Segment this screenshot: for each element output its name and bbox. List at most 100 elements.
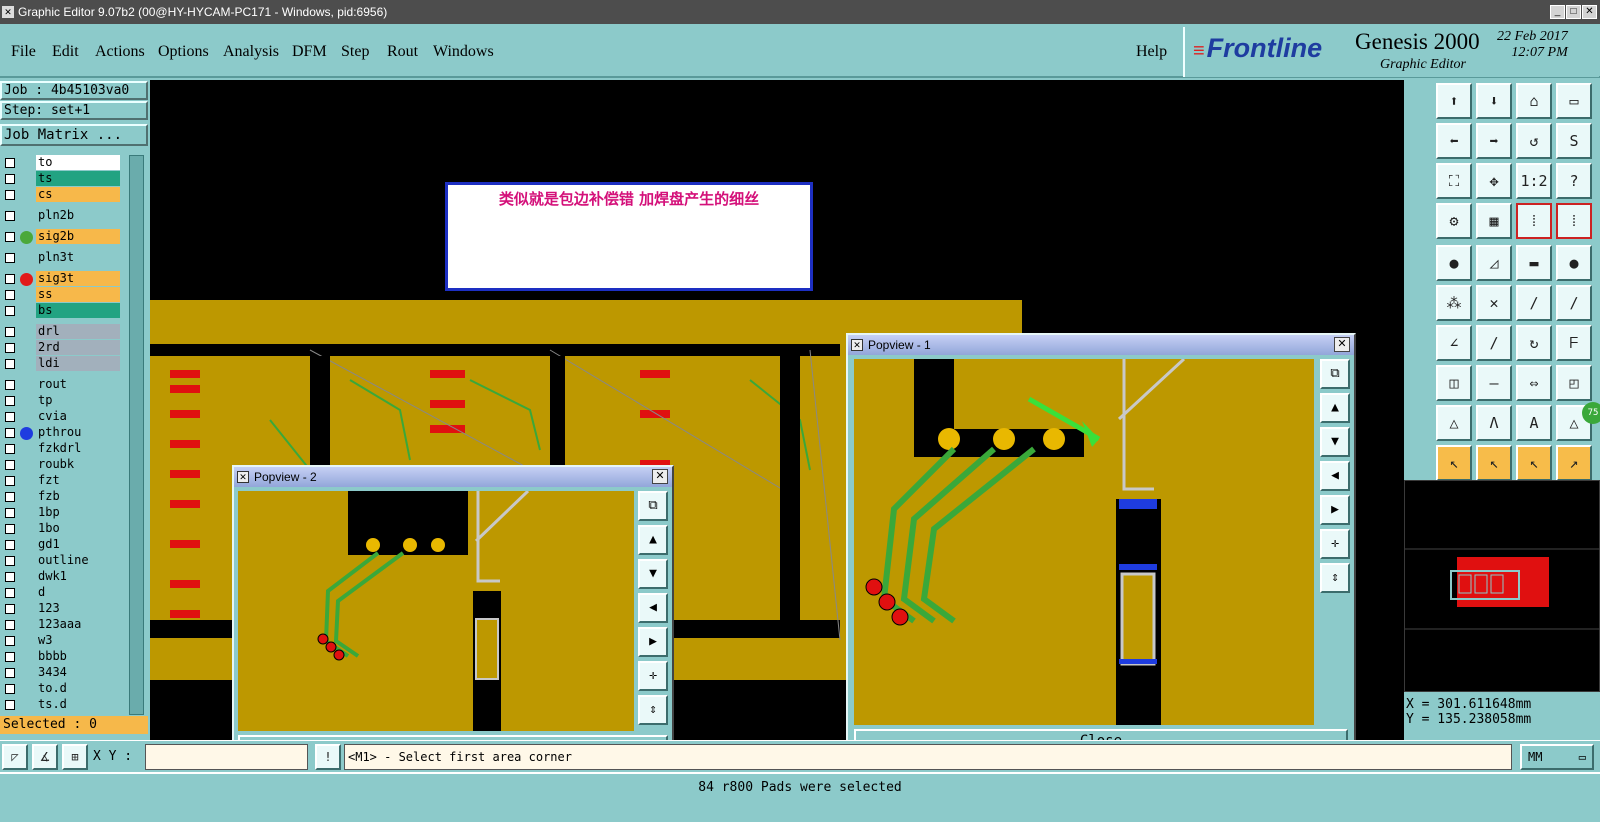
layer-row[interactable]: to.d <box>0 681 122 697</box>
layer-name[interactable]: pln2b <box>36 208 120 223</box>
layer-row[interactable]: ss <box>0 287 122 303</box>
layer-name[interactable]: fzb <box>36 489 120 504</box>
layer-row[interactable]: cvia <box>0 409 122 425</box>
layer-name[interactable]: fzkdrl <box>36 441 120 456</box>
layer-row[interactable]: dwk1 <box>0 569 122 585</box>
layer-name[interactable]: 3434 <box>36 665 120 680</box>
mirror-icon[interactable]: ᖴ <box>1556 325 1592 361</box>
copy-icon[interactable]: ◫ <box>1436 365 1472 401</box>
layer-row[interactable]: roubk <box>0 457 122 473</box>
layer-row[interactable]: ldi <box>0 356 122 372</box>
layer-name[interactable]: w3 <box>36 633 120 648</box>
layer-row[interactable]: fzt <box>0 473 122 489</box>
layer-name[interactable]: ldi <box>36 356 120 371</box>
layer-checkbox[interactable] <box>5 460 15 470</box>
xy-input[interactable] <box>145 744 308 770</box>
line-alt-icon[interactable]: ∕ <box>1556 285 1592 321</box>
layer-name[interactable]: sig2b <box>36 229 120 244</box>
prompt-info-icon[interactable]: ! <box>315 744 341 770</box>
pan-down-button[interactable]: ▼ <box>638 559 668 589</box>
layer-checkbox[interactable] <box>5 620 15 630</box>
pointer-icon[interactable]: ↖ <box>1436 445 1472 481</box>
window-icon[interactable]: ▭ <box>1556 83 1592 119</box>
layer-row[interactable]: outline <box>0 553 122 569</box>
layer-name[interactable]: pln3t <box>36 250 120 265</box>
grid-icon[interactable]: ▦ <box>1476 203 1512 239</box>
pan-down-button[interactable]: ▼ <box>1320 427 1350 457</box>
layer-checkbox[interactable] <box>5 668 15 678</box>
layer-checkbox[interactable] <box>5 428 15 438</box>
layer-name[interactable]: 123 <box>36 601 120 616</box>
layer-row[interactable]: bbbb <box>0 649 122 665</box>
job-matrix-button[interactable]: Job Matrix ... <box>0 124 148 146</box>
layer-name[interactable]: roubk <box>36 457 120 472</box>
layer-row[interactable]: to <box>0 155 122 171</box>
layer-checkbox[interactable] <box>5 540 15 550</box>
move-right-icon[interactable]: ➡ <box>1476 123 1512 159</box>
layer-checkbox[interactable] <box>5 274 15 284</box>
layer-row[interactable]: 2rd <box>0 340 122 356</box>
move-up-icon[interactable]: ⬆ <box>1436 83 1472 119</box>
layer-row[interactable]: sig2b <box>0 229 122 245</box>
layer-checkbox[interactable] <box>5 306 15 316</box>
help-icon[interactable]: ? <box>1556 163 1592 199</box>
layer-checkbox[interactable] <box>5 396 15 406</box>
layer-name[interactable]: dwk1 <box>36 569 120 584</box>
net-icon[interactable]: ⁂ <box>1436 285 1472 321</box>
zoom-in-button[interactable]: ✛ <box>1320 529 1350 559</box>
layer-name[interactable]: 1bo <box>36 521 120 536</box>
layer-name[interactable]: rout <box>36 377 120 392</box>
layer-row[interactable]: cs <box>0 187 122 203</box>
layer-checkbox[interactable] <box>5 636 15 646</box>
layer-checkbox[interactable] <box>5 158 15 168</box>
select-dot-icon[interactable]: ● <box>1556 245 1592 281</box>
layer-checkbox[interactable] <box>5 359 15 369</box>
layer-row[interactable]: drl <box>0 324 122 340</box>
popview-1-canvas[interactable] <box>854 359 1314 725</box>
layer-row[interactable]: d <box>0 585 122 601</box>
redraw-icon[interactable]: S <box>1556 123 1592 159</box>
layer-row[interactable]: 3434 <box>0 665 122 681</box>
mini-map[interactable] <box>1404 480 1600 692</box>
layer-name[interactable]: d <box>36 585 120 600</box>
layer-checkbox[interactable] <box>5 232 15 242</box>
layer-checkbox[interactable] <box>5 492 15 502</box>
minimize-button[interactable]: _ <box>1550 5 1565 19</box>
layer-scrollbar[interactable] <box>129 155 144 715</box>
layer-name[interactable]: sig3t <box>36 271 120 286</box>
layer-row[interactable]: w3 <box>0 633 122 649</box>
zoom-out-button[interactable]: ⇕ <box>1320 563 1350 593</box>
move-left-icon[interactable]: ⬅ <box>1436 123 1472 159</box>
layer-checkbox[interactable] <box>5 476 15 486</box>
menu-options[interactable]: Options <box>158 43 209 61</box>
layer-checkbox[interactable] <box>5 524 15 534</box>
dash-icon[interactable]: — <box>1476 365 1512 401</box>
layer-row[interactable]: sig3t <box>0 271 122 287</box>
layer-checkbox[interactable] <box>5 174 15 184</box>
layer-row[interactable]: 1bo <box>0 521 122 537</box>
layer-name[interactable]: outline <box>36 553 120 568</box>
layer-name[interactable]: ss <box>36 287 120 302</box>
layer-checkbox[interactable] <box>5 652 15 662</box>
layer-checkbox[interactable] <box>5 190 15 200</box>
layer-checkbox[interactable] <box>5 604 15 614</box>
pointer-select-icon[interactable]: ↖ <box>1476 445 1512 481</box>
menu-step[interactable]: Step <box>341 43 369 61</box>
pan-left-button[interactable]: ◀ <box>638 593 668 623</box>
layer-checkbox[interactable] <box>5 588 15 598</box>
layer-row[interactable]: ts <box>0 171 122 187</box>
pan-left-button[interactable]: ◀ <box>1320 461 1350 491</box>
layer-checkbox[interactable] <box>5 556 15 566</box>
popview-2-canvas[interactable] <box>238 491 634 731</box>
angle-mode-icon[interactable]: ∡ <box>32 744 58 770</box>
menu-dfm[interactable]: DFM <box>292 43 327 61</box>
fit-screen-icon[interactable]: ⛶ <box>1436 163 1472 199</box>
layer-name[interactable]: pthrou <box>36 425 120 440</box>
pad-icon[interactable]: ● <box>1436 245 1472 281</box>
layer-checkbox[interactable] <box>5 290 15 300</box>
angle-icon[interactable]: ∠ <box>1436 325 1472 361</box>
settings-icon[interactable]: ⚙ <box>1436 203 1472 239</box>
layer-row[interactable]: fzkdrl <box>0 441 122 457</box>
layer-name[interactable]: gd1 <box>36 537 120 552</box>
menu-file[interactable]: File <box>11 43 36 61</box>
